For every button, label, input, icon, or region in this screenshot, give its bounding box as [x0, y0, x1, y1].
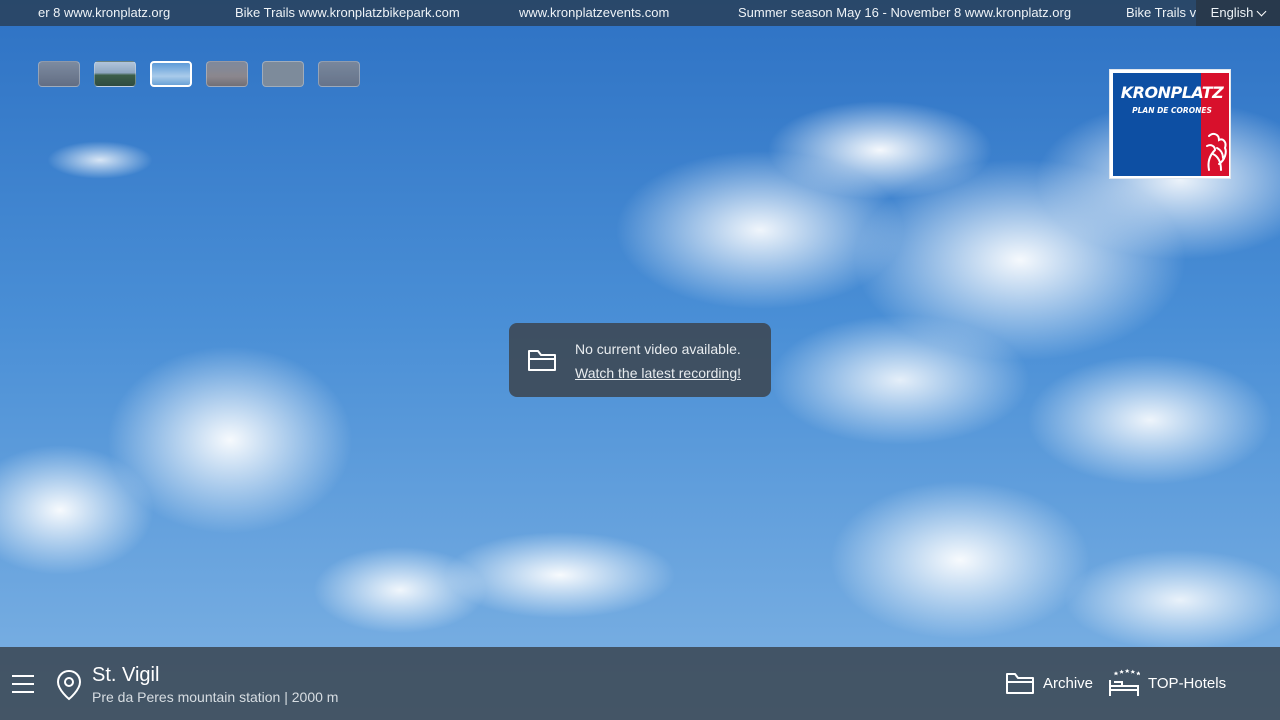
message-text: No current video available.: [575, 341, 741, 357]
ticker-item[interactable]: Summer season May 16 - November 8 www.kr…: [738, 0, 1071, 26]
chevron-down-icon: [1256, 6, 1267, 16]
top-hotels-button[interactable]: TOP-Hotels: [1108, 668, 1226, 698]
camera-thumbnail[interactable]: [94, 61, 136, 87]
ticker-item[interactable]: er 8 www.kronplatz.org: [38, 0, 170, 26]
rooster-icon: [1206, 132, 1227, 171]
language-selector[interactable]: English: [1196, 0, 1280, 26]
news-ticker: er 8 www.kronplatz.org Bike Trails www.k…: [0, 0, 1280, 26]
camera-thumbnails: [38, 61, 360, 87]
latest-recording-link[interactable]: Watch the latest recording!: [575, 361, 741, 385]
camera-thumbnail[interactable]: [262, 61, 304, 87]
archive-label: Archive: [1043, 674, 1094, 692]
ticker-item[interactable]: Bike Trails www.kronplatzbikepark.com: [235, 0, 460, 26]
message-text-block: No current video available. Watch the la…: [575, 337, 741, 385]
logo-title: KRONPLATZ: [1120, 83, 1224, 102]
folder-icon: [1006, 673, 1034, 694]
ticker-item[interactable]: Bike Trails v: [1126, 0, 1196, 26]
location-name: St. Vigil: [92, 664, 160, 686]
camera-thumbnail[interactable]: [206, 61, 248, 87]
ticker-track: er 8 www.kronplatz.org Bike Trails www.k…: [0, 0, 1196, 26]
location-pin-icon: [56, 669, 82, 701]
language-label: English: [1210, 5, 1254, 20]
archive-button[interactable]: Archive: [1005, 671, 1093, 695]
camera-thumbnail[interactable]: [318, 61, 360, 87]
hotel-bed-icon: [1109, 668, 1140, 696]
menu-icon[interactable]: [12, 675, 34, 693]
logo-subtitle: PLAN DE CORONES: [1132, 106, 1212, 115]
no-video-message: No current video available. Watch the la…: [509, 323, 771, 397]
camera-thumbnail[interactable]: [38, 61, 80, 87]
top-hotels-label: TOP-Hotels: [1148, 674, 1227, 692]
location-subtitle: Pre da Peres mountain station | 2000 m: [92, 689, 339, 705]
bottom-bar: St. Vigil Pre da Peres mountain station …: [0, 647, 1280, 720]
ticker-item[interactable]: www.kronplatzevents.com: [519, 0, 669, 26]
kronplatz-logo[interactable]: KRONPLATZ PLAN DE CORONES: [1109, 69, 1231, 179]
camera-thumbnail-active[interactable]: [150, 61, 192, 87]
folder-icon: [528, 350, 556, 371]
